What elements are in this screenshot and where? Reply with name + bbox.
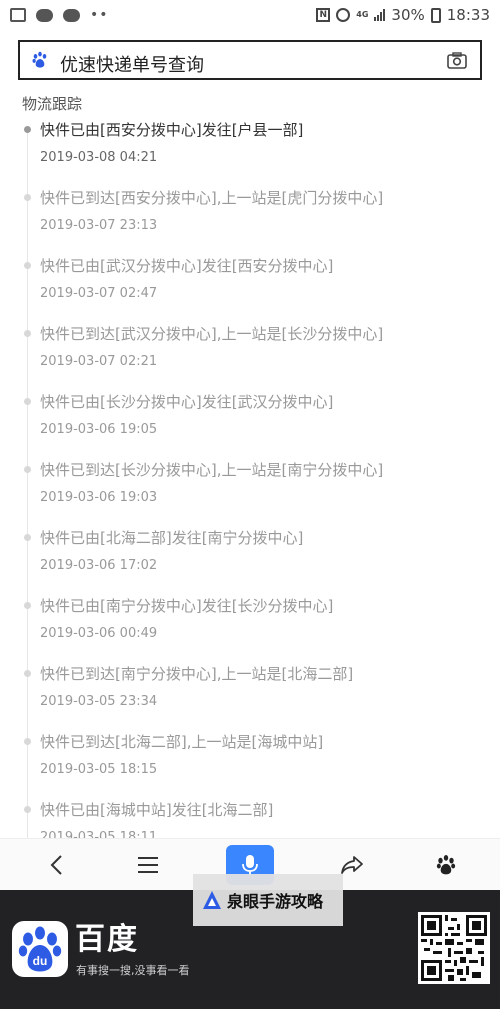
tracking-item: 快件已由[武汉分拨中心]发往[西安分拨中心] 2019-03-07 02:47: [0, 254, 500, 322]
banner-title: 百度: [75, 922, 139, 957]
tracking-time: 2019-03-06 17:02: [40, 558, 158, 573]
baidu-paw-logo-icon: du: [18, 926, 62, 972]
tracking-text: 快件已由[南宁分拨中心]发往[长沙分拨中心]: [40, 597, 334, 615]
tracking-item: 快件已到达[南宁分拨中心],上一站是[北海二部] 2019-03-05 23:3…: [0, 662, 500, 730]
tracking-time: 2019-03-07 02:21: [40, 354, 158, 369]
tracking-time: 2019-03-07 23:13: [40, 218, 158, 233]
tracking-text: 快件已由[武汉分拨中心]发往[西安分拨中心]: [40, 257, 334, 275]
timeline-dot: [24, 466, 31, 473]
signal-icon: [374, 9, 386, 21]
tracking-time: 2019-03-08 04:21: [40, 150, 158, 165]
nfc-icon: N: [316, 8, 331, 22]
tracking-time: 2019-03-06 00:49: [40, 626, 158, 641]
baidu-paw-icon: [32, 51, 47, 68]
baidu-paw-icon: [436, 854, 456, 875]
tracking-timeline: 快件已由[西安分拨中心]发往[户县一部] 2019-03-08 04:21 快件…: [0, 118, 500, 838]
share-icon: [341, 856, 363, 874]
tracking-text: 快件已由[北海二部]发往[南宁分拨中心]: [40, 529, 304, 547]
menu-icon: [138, 857, 158, 873]
logo-text: du: [33, 954, 48, 968]
tracking-text: 快件已到达[西安分拨中心],上一站是[虎门分拨中心]: [40, 189, 384, 207]
tracking-time: 2019-03-07 02:47: [40, 286, 158, 301]
tracking-text: 快件已到达[长沙分拨中心],上一站是[南宁分拨中心]: [40, 461, 384, 479]
watermark-label: 泉眼手游攻略: [193, 874, 343, 926]
back-button[interactable]: [26, 839, 86, 891]
tracking-item: 快件已由[南宁分拨中心]发往[长沙分拨中心] 2019-03-06 00:49: [0, 594, 500, 662]
tracking-text: 快件已由[长沙分拨中心]发往[武汉分拨中心]: [40, 393, 334, 411]
network-type: 4G: [356, 10, 369, 19]
tracking-item: 快件已到达[北海二部],上一站是[海城中站] 2019-03-05 18:15: [0, 730, 500, 798]
tracking-time: 2019-03-06 19:05: [40, 422, 158, 437]
tracking-item: 快件已到达[长沙分拨中心],上一站是[南宁分拨中心] 2019-03-06 19…: [0, 458, 500, 526]
tracking-item: 快件已由[西安分拨中心]发往[户县一部] 2019-03-08 04:21: [0, 118, 500, 186]
battery-percent: 30%: [391, 6, 425, 24]
timeline-dot: [24, 194, 31, 201]
tracking-time: 2019-03-05 18:11: [40, 830, 158, 838]
tracking-text: 快件已由[海城中站]发往[北海二部]: [40, 801, 274, 819]
timeline-dot: [24, 398, 31, 405]
clock: 18:33: [446, 6, 490, 24]
qr-code-image: [421, 915, 487, 981]
tracking-time: 2019-03-05 23:34: [40, 694, 158, 709]
search-box[interactable]: 优速快递单号查询: [18, 40, 482, 80]
microphone-icon: [242, 855, 258, 875]
tracking-item: 快件已由[海城中站]发往[北海二部] 2019-03-05 18:11: [0, 798, 500, 838]
tracking-time: 2019-03-05 18:15: [40, 762, 158, 777]
search-query: 优速快递单号查询: [60, 55, 204, 76]
timeline-dot: [24, 670, 31, 677]
back-icon: [50, 855, 62, 875]
watermark-logo-icon: [203, 891, 221, 909]
tracking-item: 快件已到达[西安分拨中心],上一站是[虎门分拨中心] 2019-03-07 23…: [0, 186, 500, 254]
tracking-text: 快件已由[西安分拨中心]发往[户县一部]: [40, 121, 304, 139]
banner-subtitle: 有事搜一搜,没事看一看: [76, 964, 190, 977]
tracking-text: 快件已到达[北海二部],上一站是[海城中站]: [40, 733, 324, 751]
timeline-dot: [24, 330, 31, 337]
qr-code: [418, 912, 490, 984]
timeline-dot: [24, 602, 31, 609]
timeline-dot: [24, 806, 31, 813]
tracking-time: 2019-03-06 19:03: [40, 490, 158, 505]
tracking-item: 快件已由[北海二部]发往[南宁分拨中心] 2019-03-06 17:02: [0, 526, 500, 594]
tracking-text: 快件已到达[武汉分拨中心],上一站是[长沙分拨中心]: [40, 325, 384, 343]
alarm-icon: [336, 8, 351, 22]
more-notifications-icon: ••: [90, 7, 109, 23]
wechat-notification-icon-2: [63, 8, 80, 22]
status-bar: •• N 4G 30% 18:33: [0, 0, 500, 32]
timeline-dot: [24, 738, 31, 745]
menu-button[interactable]: [118, 839, 178, 891]
baidu-home-button[interactable]: [416, 839, 476, 891]
wechat-notification-icon: [36, 8, 53, 22]
baidu-logo: du: [12, 921, 68, 977]
timeline-dot: [24, 126, 31, 133]
tracking-item: 快件已由[长沙分拨中心]发往[武汉分拨中心] 2019-03-06 19:05: [0, 390, 500, 458]
section-title: 物流跟踪: [22, 95, 83, 113]
timeline-dot: [24, 262, 31, 269]
camera-icon[interactable]: [447, 52, 467, 69]
watermark-text: 泉眼手游攻略: [227, 892, 324, 911]
tracking-text: 快件已到达[南宁分拨中心],上一站是[北海二部]: [40, 665, 354, 683]
image-notification-icon: [10, 8, 26, 22]
battery-icon: [430, 7, 441, 23]
tracking-item: 快件已到达[武汉分拨中心],上一站是[长沙分拨中心] 2019-03-07 02…: [0, 322, 500, 390]
timeline-dot: [24, 534, 31, 541]
